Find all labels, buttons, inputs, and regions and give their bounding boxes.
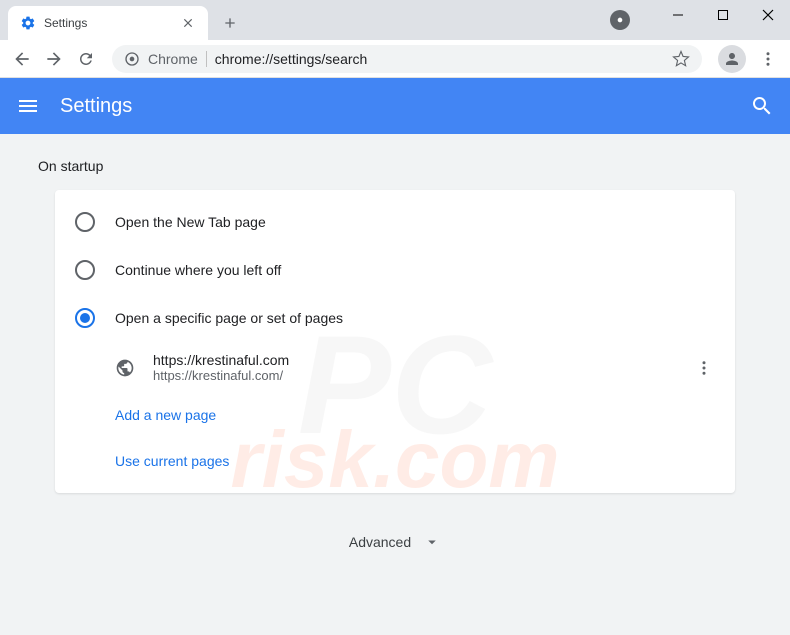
browser-toolbar: Chrome chrome://settings/search [0,40,790,78]
page-row-menu-icon[interactable] [695,359,715,377]
maximize-button[interactable] [700,0,745,30]
page-title: Settings [60,95,750,118]
radio-option-continue[interactable]: Continue where you left off [55,246,735,294]
profile-avatar[interactable] [718,45,746,73]
settings-gear-icon [20,15,36,31]
page-full-url: https://krestinaful.com/ [153,368,695,383]
reload-button[interactable] [72,45,100,73]
search-icon[interactable] [750,94,774,118]
minimize-button[interactable] [655,0,700,30]
omnibox-url: chrome://settings/search [215,51,664,67]
close-tab-icon[interactable] [180,15,196,31]
browser-tab[interactable]: Settings [8,6,208,40]
omnibox-scheme: Chrome [148,51,198,67]
menu-icon[interactable] [16,94,40,118]
radio-icon-selected [75,308,95,328]
back-button[interactable] [8,45,36,73]
bookmark-star-icon[interactable] [672,50,690,68]
incognito-icon [610,10,630,30]
radio-label: Continue where you left off [115,262,281,278]
tab-title: Settings [44,16,180,30]
settings-header: Settings [0,78,790,134]
chrome-site-icon [124,51,140,67]
advanced-toggle[interactable]: Advanced [0,493,790,591]
forward-button[interactable] [40,45,68,73]
omnibox-divider [206,51,207,67]
startup-page-row: https://krestinaful.com https://krestina… [55,342,735,393]
radio-label: Open the New Tab page [115,214,266,230]
address-bar[interactable]: Chrome chrome://settings/search [112,45,702,73]
advanced-label: Advanced [349,534,411,550]
browser-menu-button[interactable] [754,45,782,73]
settings-content[interactable]: PC risk.com On startup Open the New Tab … [0,134,790,635]
new-tab-button[interactable] [216,9,244,37]
radio-option-specific[interactable]: Open a specific page or set of pages [55,294,735,342]
radio-label: Open a specific page or set of pages [115,310,343,326]
add-page-link: Add a new page [115,407,216,423]
section-title: On startup [0,134,790,190]
startup-card: Open the New Tab page Continue where you… [55,190,735,493]
use-current-row[interactable]: Use current pages [55,439,735,485]
add-page-row[interactable]: Add a new page [55,393,735,439]
use-current-link: Use current pages [115,453,229,469]
radio-icon [75,212,95,232]
window-controls [655,0,790,30]
radio-option-newtab[interactable]: Open the New Tab page [55,198,735,246]
radio-icon [75,260,95,280]
close-window-button[interactable] [745,0,790,30]
globe-icon [115,358,135,378]
page-info: https://krestinaful.com https://krestina… [153,352,695,383]
window-titlebar: Settings [0,0,790,40]
page-display-url: https://krestinaful.com [153,352,695,368]
chevron-down-icon [423,533,441,551]
